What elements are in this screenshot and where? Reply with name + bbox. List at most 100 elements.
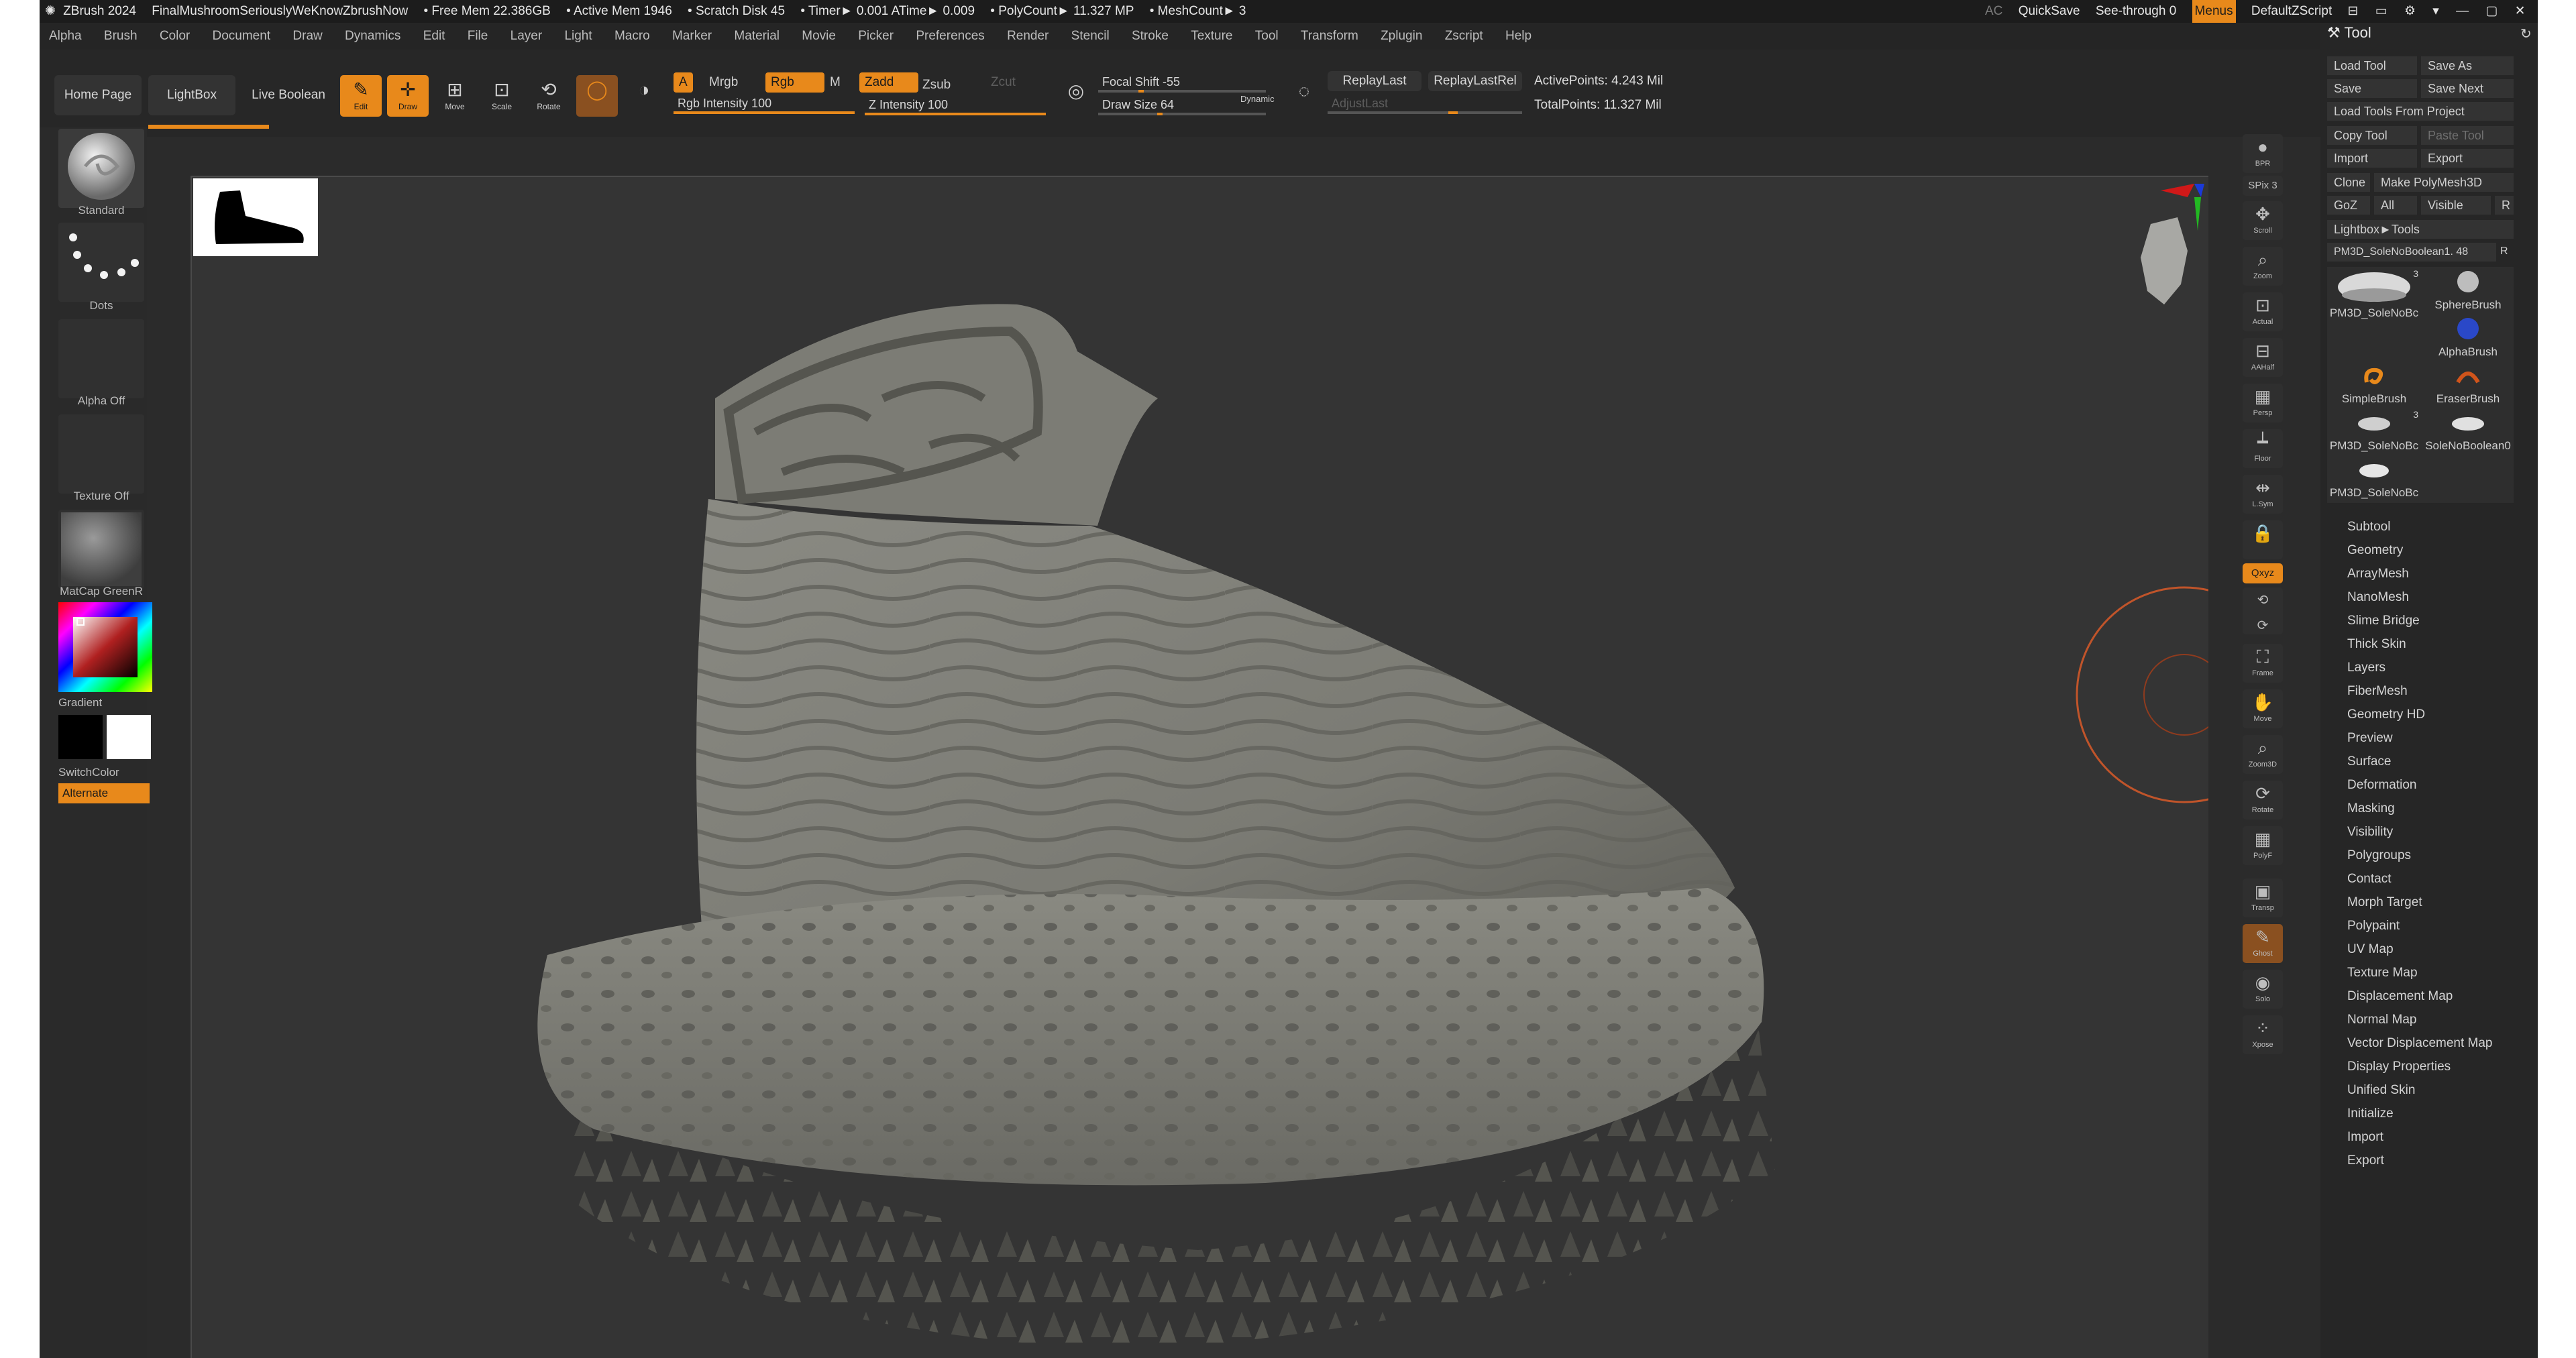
subpalette-import[interactable]: Import xyxy=(2347,1126,2383,1149)
subpalette-uv-map[interactable]: UV Map xyxy=(2347,938,2394,961)
transp-button[interactable]: ▣ Transp xyxy=(2243,879,2283,917)
menu-stencil[interactable]: Stencil xyxy=(1071,23,1110,50)
rotate-mode-button[interactable]: ⟲ Rotate xyxy=(528,75,570,117)
frame-button[interactable]: ⛶ Frame xyxy=(2243,644,2283,683)
subpalette-vector-displacement-map[interactable]: Vector Displacement Map xyxy=(2347,1032,2493,1055)
subpalette-morph-target[interactable]: Morph Target xyxy=(2347,891,2422,914)
subpalette-normal-map[interactable]: Normal Map xyxy=(2347,1009,2416,1031)
subpalette-arraymesh[interactable]: ArrayMesh xyxy=(2347,563,2409,585)
menus-toggle[interactable]: Menus xyxy=(2192,0,2236,23)
m-toggle[interactable]: M xyxy=(824,72,846,93)
menu-render[interactable]: Render xyxy=(1007,23,1049,50)
lock-button[interactable]: 🔒 xyxy=(2243,520,2283,559)
rotate-view-button[interactable]: ⟳ Rotate xyxy=(2243,781,2283,819)
subpalette-initialize[interactable]: Initialize xyxy=(2347,1102,2394,1125)
a-toggle[interactable]: A xyxy=(674,72,693,93)
switch-color-button[interactable]: SwitchColor xyxy=(58,766,119,779)
dynamic-size-button[interactable]: ◌ xyxy=(1287,76,1321,110)
draw-mode-button[interactable]: ✛ Draw xyxy=(387,75,429,117)
menu-zscript[interactable]: Zscript xyxy=(1445,23,1483,50)
tool-thumb-alphabrush[interactable]: AlphaBrush xyxy=(2421,315,2515,362)
load-tools-from-project-button[interactable]: Load Tools From Project xyxy=(2327,102,2514,121)
menu-color[interactable]: Color xyxy=(160,23,190,50)
replay-last-button[interactable]: ReplayLast xyxy=(1328,71,1421,91)
dynamic-toggle[interactable]: Dynamic xyxy=(1240,94,1275,104)
zcut-toggle[interactable]: Zcut xyxy=(985,72,1021,93)
secondary-color-swatch[interactable] xyxy=(107,715,151,759)
replay-last-rel-button[interactable]: ReplayLastRel xyxy=(1428,71,1522,91)
polyf-button[interactable]: ▦ PolyF xyxy=(2243,826,2283,865)
subpalette-thick-skin[interactable]: Thick Skin xyxy=(2347,633,2406,656)
default-zscript-button[interactable]: DefaultZScript xyxy=(2251,0,2332,23)
lightbox-button[interactable]: LightBox xyxy=(148,75,235,115)
tool-thumb-solenoboolean0[interactable]: SoleNoBoolean0 xyxy=(2421,409,2515,456)
current-tool-slider[interactable]: PM3D_SoleNoBoolean1. 48 xyxy=(2327,243,2496,262)
subpalette-displacement-map[interactable]: Displacement Map xyxy=(2347,985,2453,1008)
tool-thumb-pm3d-sole[interactable]: PM3D_SoleNoBc 3 xyxy=(2327,268,2421,319)
subpalette-polypaint[interactable]: Polypaint xyxy=(2347,915,2400,938)
import-button[interactable]: Import xyxy=(2327,149,2417,168)
save-next-button[interactable]: Save Next xyxy=(2421,79,2514,98)
load-tool-button[interactable]: Load Tool xyxy=(2327,56,2417,75)
subpalette-visibility[interactable]: Visibility xyxy=(2347,821,2393,844)
zoom-button[interactable]: ⌕ Zoom xyxy=(2243,247,2283,286)
shoe-3d-model[interactable] xyxy=(192,177,2208,1358)
material-thumbnail[interactable] xyxy=(58,510,144,589)
subpalette-masking[interactable]: Masking xyxy=(2347,797,2395,820)
current-tool-r-button[interactable]: R xyxy=(2500,245,2514,258)
menu-macro[interactable]: Macro xyxy=(614,23,650,50)
window-controls-icon[interactable]: ⊟ ▭ ⚙ ▾ — ▢ ✕ xyxy=(2348,0,2532,23)
zadd-toggle[interactable]: Zadd xyxy=(859,72,918,93)
menu-draw[interactable]: Draw xyxy=(292,23,322,50)
subpalette-polygroups[interactable]: Polygroups xyxy=(2347,844,2411,867)
menu-marker[interactable]: Marker xyxy=(672,23,712,50)
actual-button[interactable]: ⊡ Actual xyxy=(2243,292,2283,331)
lightbox-tools-button[interactable]: Lightbox►Tools xyxy=(2327,220,2514,239)
gradient-label[interactable]: Gradient xyxy=(58,696,102,710)
quicksave-button[interactable]: QuickSave xyxy=(2019,0,2080,23)
subpalette-preview[interactable]: Preview xyxy=(2347,727,2393,750)
primary-color-swatch[interactable] xyxy=(58,715,103,759)
tool-palette-title[interactable]: ⚒ Tool xyxy=(2327,24,2371,42)
rotation-axis-buttons[interactable]: ⟲ ⟳ xyxy=(2243,587,2283,634)
goz-visible-button[interactable]: Visible xyxy=(2421,196,2491,215)
subpalette-subtool[interactable]: Subtool xyxy=(2347,516,2390,539)
zsub-toggle[interactable]: Zsub xyxy=(917,75,956,95)
live-boolean-button[interactable]: Live Boolean xyxy=(242,75,335,115)
tool-thumb-pm3d-sole-2[interactable]: PM3D_SoleNoBc 3 xyxy=(2327,409,2421,456)
color-picker[interactable] xyxy=(58,602,152,692)
aahalf-button[interactable]: ⊟ AAHalf xyxy=(2243,338,2283,377)
subpalette-texture-map[interactable]: Texture Map xyxy=(2347,962,2418,984)
subpalette-deformation[interactable]: Deformation xyxy=(2347,774,2417,797)
scale-mode-button[interactable]: ⊡ Scale xyxy=(481,75,523,117)
menu-light[interactable]: Light xyxy=(564,23,592,50)
menu-layer[interactable]: Layer xyxy=(511,23,543,50)
copy-tool-button[interactable]: Copy Tool xyxy=(2327,126,2417,145)
brush-thumbnail[interactable] xyxy=(58,129,144,208)
solo-button[interactable]: ◉ Solo xyxy=(2243,970,2283,1009)
spix-slider[interactable]: SPix 3 xyxy=(2243,176,2283,196)
bpr-button[interactable]: ● BPR xyxy=(2243,134,2283,173)
z-intensity-slider[interactable]: Z Intensity 100 xyxy=(865,94,1046,115)
subpalette-layers[interactable]: Layers xyxy=(2347,657,2385,679)
alpha-thumbnail[interactable] xyxy=(58,319,144,398)
paste-tool-button[interactable]: Paste Tool xyxy=(2421,126,2514,145)
make-polymesh3d-button[interactable]: Make PolyMesh3D xyxy=(2374,173,2514,192)
subpalette-geometry[interactable]: Geometry xyxy=(2347,539,2403,562)
subpalette-fibermesh[interactable]: FiberMesh xyxy=(2347,680,2408,703)
edit-mode-button[interactable]: ✎ Edit xyxy=(340,75,382,117)
lsym-button[interactable]: ⇹ L.Sym xyxy=(2243,475,2283,514)
move-mode-button[interactable]: ⊞ Move xyxy=(434,75,476,117)
move-view-button[interactable]: ✋ Move xyxy=(2243,689,2283,728)
see-through-slider[interactable]: See-through 0 xyxy=(2095,0,2177,25)
subpalette-slime-bridge[interactable]: Slime Bridge xyxy=(2347,610,2420,632)
menu-material[interactable]: Material xyxy=(734,23,780,50)
menu-transform[interactable]: Transform xyxy=(1301,23,1358,50)
tool-thumb-simplebrush[interactable]: SimpleBrush xyxy=(2327,362,2421,409)
subpalette-surface[interactable]: Surface xyxy=(2347,750,2391,773)
subpalette-contact[interactable]: Contact xyxy=(2347,868,2391,891)
stroke-thumbnail[interactable] xyxy=(58,223,144,302)
ghost-button[interactable]: ✎ Ghost xyxy=(2243,924,2283,963)
subpalette-unified-skin[interactable]: Unified Skin xyxy=(2347,1079,2415,1102)
menu-alpha[interactable]: Alpha xyxy=(49,23,82,50)
